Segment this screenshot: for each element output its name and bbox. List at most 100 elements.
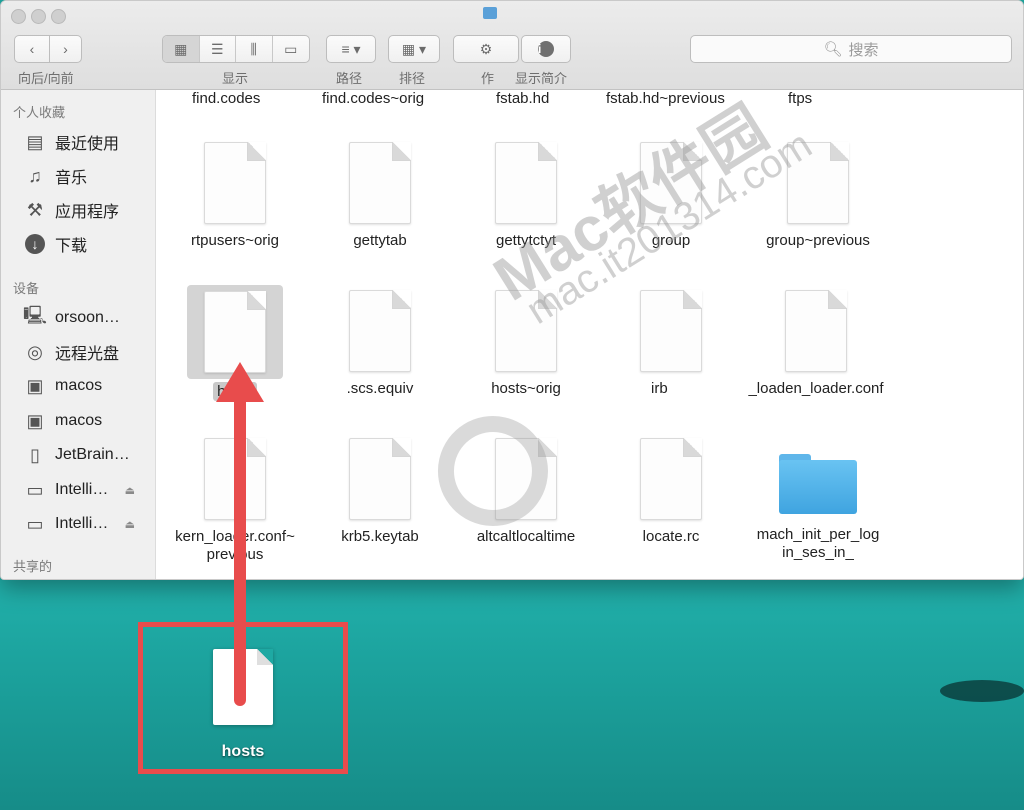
sidebar-item-label: 最近使用 (55, 136, 120, 153)
document-icon (495, 142, 557, 224)
file-name: hosts~orig (491, 380, 561, 397)
gear-icon: ⚙ (479, 40, 493, 57)
document-icon (349, 142, 411, 224)
list-view-button[interactable]: ☰ (200, 36, 236, 62)
path-icon: ≡ ▾ (341, 40, 361, 57)
path-label: 路径 (336, 71, 363, 86)
back-button[interactable]: ‹ (14, 35, 50, 63)
sidebar-item-label: 远程光盘 (55, 346, 120, 363)
music-icon: ♫ (28, 165, 42, 186)
sidebar-item-label: JetBrain… (55, 446, 130, 463)
drive-icon: ▭ (26, 479, 44, 500)
sidebar-item-remote-disc[interactable]: ◎ 远程光盘 (23, 338, 155, 366)
file-item[interactable]: .scs.equiv (310, 290, 450, 398)
coverflow-view-button[interactable]: ▭ (273, 36, 309, 62)
forward-button[interactable]: › (49, 35, 82, 63)
view-label: 显示 (222, 71, 249, 86)
document-icon (640, 290, 702, 372)
file-label[interactable]: fstab.hd (496, 90, 549, 107)
arrange-label: 排径 (399, 71, 426, 86)
devices-heading: 设备 (13, 281, 40, 296)
sidebar-item-recents[interactable]: ▤ 最近使用 (23, 128, 155, 156)
file-label[interactable]: ftps (788, 90, 812, 107)
search-icon: 🔍︎ (823, 41, 843, 58)
file-label[interactable]: fstab.hd~previous (606, 90, 725, 107)
file-item[interactable]: gettytctyt (456, 142, 596, 250)
document-icon (495, 290, 557, 372)
sidebar-item-intellij-1[interactable]: ▭ Intelli… ⏏ (23, 476, 155, 504)
toolbar: ‹ › 向后/向前 ▦ ☰ ⫼ ▭ 显示 ≡ ▾ 路径 ▦ ▾ 排径 ⚙ 作 i… (1, 1, 1023, 90)
zoom-button[interactable] (51, 9, 66, 24)
sidebar-item-computer[interactable]: 🖳︎ orsoon… (23, 304, 155, 332)
file-name: krb5.keytab (341, 528, 419, 545)
sidebar-item-downloads[interactable]: ↓ 下载 (23, 230, 155, 258)
column-view-button[interactable]: ⫼ (236, 36, 273, 62)
action-button[interactable]: ⚙ (453, 35, 519, 63)
desktop-file-label[interactable]: hosts (143, 743, 343, 761)
coverflow-icon: ▭ (284, 40, 298, 57)
disk-icon: ▣ (26, 410, 44, 431)
document-icon (787, 142, 849, 224)
sidebar-item-intellij-2[interactable]: ▭ Intelli… ⏏ (23, 510, 155, 538)
sidebar-item-music[interactable]: ♫ 音乐 (23, 162, 155, 190)
document-icon (349, 438, 411, 520)
file-item[interactable]: gettytab (310, 142, 450, 250)
close-button[interactable] (11, 9, 26, 24)
sidebar-item-macos-1[interactable]: ▣ macos (23, 372, 155, 400)
file-name: .scs.equiv (346, 380, 414, 397)
favorites-heading: 个人收藏 (13, 105, 66, 120)
document-icon (785, 290, 847, 372)
arrow-up-icon (216, 362, 264, 402)
nav-label: 向后/向前 (18, 71, 74, 86)
document-icon (640, 142, 702, 224)
action-label: 作 (481, 71, 495, 86)
file-label[interactable]: find.codes~orig (322, 90, 424, 107)
list-icon: ☰ (210, 40, 224, 57)
document-icon (349, 290, 411, 372)
file-item[interactable]: group~previous (748, 142, 888, 250)
info-label: 显示简介 (515, 71, 568, 86)
folder-title-icon (483, 7, 497, 19)
file-name: rtpusers~orig (191, 232, 279, 249)
document-icon (640, 438, 702, 520)
drag-arrow-shaft (234, 392, 246, 706)
file-grid: find.codes find.codes~orig fstab.hd fsta… (156, 90, 1023, 579)
arrange-button[interactable]: ▦ ▾ (388, 35, 440, 63)
sidebar-item-macos-2[interactable]: ▣ macos (23, 407, 155, 435)
folder-item[interactable]: mach_init_per_log in_ses_in_ (748, 438, 888, 562)
sidebar-item-applications[interactable]: ⚒ 应用程序 (23, 196, 155, 224)
file-name: _loaden_loader.conf (748, 380, 884, 397)
eject-icon[interactable]: ⏏ (125, 518, 135, 531)
disk-icon: ▣ (26, 375, 44, 396)
file-item[interactable]: locate.rc (601, 438, 741, 546)
file-item[interactable]: rtpusers~orig (165, 142, 305, 250)
eject-icon[interactable]: ⏏ (125, 484, 135, 497)
sidebar-item-label: orsoon… (55, 309, 120, 326)
minimize-button[interactable] (31, 9, 46, 24)
file-item[interactable]: krb5.keytab (310, 438, 450, 546)
path-button[interactable]: ≡ ▾ (326, 35, 376, 63)
sidebar-item-label: Intelli… (55, 515, 109, 532)
file-name: group~previous (766, 232, 870, 249)
file-label[interactable]: find.codes (192, 90, 260, 107)
sidebar-item-jetbrains[interactable]: ▯ JetBrain… (23, 441, 155, 469)
file-item[interactable]: _loaden_loader.conf (716, 290, 916, 398)
columns-icon: ⫼ (250, 40, 257, 57)
drive-icon: ▭ (26, 513, 44, 534)
sidebar-item-label: Intelli… (55, 481, 109, 498)
view-segment: ▦ ☰ ⫼ ▭ (162, 35, 310, 63)
arrange-icon: ▦ ▾ (401, 40, 427, 57)
computer-icon: 🖳︎ (23, 305, 48, 325)
file-item[interactable]: hosts~orig (456, 290, 596, 398)
grid-icon: ▦ (174, 40, 188, 57)
file-name: mach_init_per_log in_ses_in_ (756, 526, 880, 561)
file-item[interactable]: group (601, 142, 741, 250)
file-item[interactable]: altcaltlocaltime (456, 438, 596, 546)
icon-view-button[interactable]: ▦ (163, 36, 200, 62)
info-button[interactable]: i (521, 35, 571, 63)
document-icon (204, 142, 266, 224)
sidebar-item-label: 应用程序 (55, 204, 120, 221)
document-icon (204, 291, 266, 373)
file-name: gettytab (353, 232, 407, 249)
search-field[interactable]: 🔍︎ 搜索 (690, 35, 1012, 63)
